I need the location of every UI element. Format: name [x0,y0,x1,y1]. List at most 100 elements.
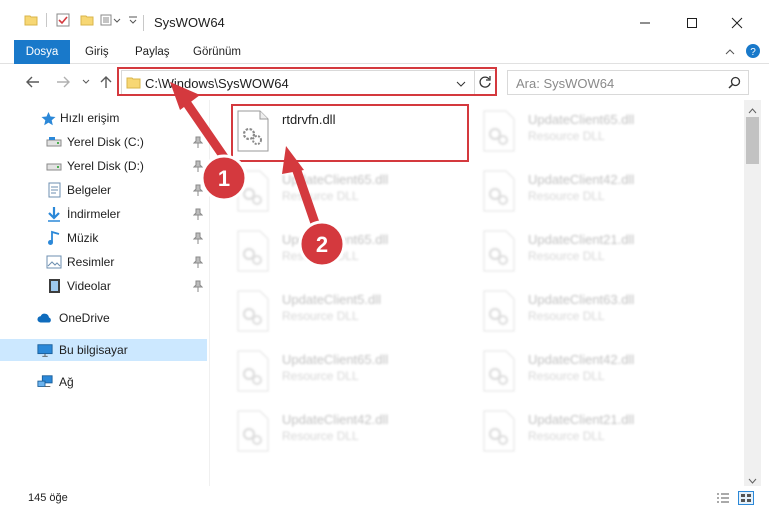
sidebar-item-music[interactable]: Müzik [0,227,207,249]
file-type: Resource DLL [528,309,605,323]
file-name: UpdateClient21.dll [528,412,635,427]
close-button[interactable] [722,10,752,36]
file-item[interactable]: UpdateClient42.dll Resource DLL [482,166,722,222]
title-separator [143,15,144,31]
search-icon[interactable] [728,76,741,92]
drive-icon [46,158,62,174]
file-item[interactable]: UpdateClient63.dll Resource DLL [482,286,722,342]
file-type: Resource DLL [282,189,359,203]
dll-file-icon [237,290,269,332]
dll-file-icon [483,230,515,272]
sidebar-item-videos[interactable]: Videolar [0,275,207,297]
customize-toolbar-icon[interactable] [128,13,138,27]
folder-icon [24,13,38,27]
dll-file-icon [483,290,515,332]
svg-text:?: ? [750,47,756,58]
file-name: UpdateClient65.dll [282,352,389,367]
dll-file-icon [237,350,269,392]
sidebar-item-label: Yerel Disk (D:) [67,159,144,173]
sidebar-item-local-disk-c[interactable]: Yerel Disk (C:) [0,131,207,153]
file-type: Resource DLL [528,129,605,143]
highlight-address-bar [117,67,497,96]
sidebar-item-local-disk-d[interactable]: Yerel Disk (D:) [0,155,207,177]
dll-file-icon [237,230,269,272]
sidebar-item-downloads[interactable]: İndirmeler [0,203,207,225]
sidebar-item-this-pc[interactable]: Bu bilgisayar [0,339,207,361]
dll-file-icon [237,410,269,452]
file-item[interactable]: UpdateClient21.dll Resource DLL [482,226,722,282]
recent-locations-icon[interactable] [80,72,92,92]
forward-button[interactable] [54,72,72,92]
properties-icon[interactable] [56,13,70,27]
file-name: UpdateClient5.dll [282,292,382,307]
file-type: Resource DLL [282,429,359,443]
file-item[interactable]: UpdateClient65.dll Resource DLL [236,226,476,282]
file-type: Resource DLL [282,369,359,383]
sidebar-item-label: Belgeler [67,183,112,197]
file-name: UpdateClient65.dll [528,112,635,127]
window-title: SysWOW64 [154,15,225,30]
pin-icon [192,184,204,196]
pin-icon [192,208,204,220]
scroll-thumb[interactable] [746,117,759,164]
pictures-icon [46,254,62,270]
expand-ribbon-icon[interactable] [724,46,736,61]
file-item[interactable]: UpdateClient65.dll Resource DLL [236,346,476,402]
download-icon [46,206,62,222]
file-item[interactable]: UpdateClient21.dll Resource DLL [482,406,722,462]
file-name: UpdateClient42.dll [282,412,389,427]
search-input[interactable]: Ara: SysWOW64 [507,70,749,95]
file-type: Resource DLL [528,369,605,383]
dll-file-icon [237,170,269,212]
maximize-button[interactable] [677,10,707,36]
sidebar-item-network[interactable]: Ağ [0,371,207,393]
view-icon[interactable] [100,13,122,27]
dll-file-icon [483,170,515,212]
dll-file-icon [483,350,515,392]
drive-icon [46,134,62,150]
sidebar-item-label: Ağ [59,375,74,389]
pin-icon [192,280,204,292]
navigation-pane: Hızlı erişim Yerel Disk (C:) Yerel Disk … [0,100,210,486]
sidebar-item-label: Bu bilgisayar [59,343,128,357]
file-item[interactable]: UpdateClient65.dll Resource DLL [482,106,722,162]
help-icon[interactable]: ? [745,43,761,62]
pin-icon [192,160,204,172]
pin-icon [192,136,204,148]
highlight-file [231,104,469,162]
sidebar-item-onedrive[interactable]: OneDrive [0,307,207,329]
minimize-button[interactable] [630,10,660,36]
tab-share[interactable]: Paylaş [135,40,170,64]
sidebar-item-label: Hızlı erişim [60,111,120,125]
vertical-scrollbar[interactable] [744,100,761,486]
sidebar-item-label: Resimler [67,255,115,269]
sidebar-item-quick-access[interactable]: Hızlı erişim [0,107,207,129]
ribbon: Dosya Giriş Paylaş Görünüm ? [0,40,769,96]
sidebar-item-pictures[interactable]: Resimler [0,251,207,273]
large-icons-view-icon[interactable] [738,491,754,505]
dll-file-icon [483,110,515,152]
qa-separator [46,13,47,27]
network-icon [37,374,53,390]
tab-view[interactable]: Görünüm [193,40,241,64]
new-folder-icon[interactable] [80,13,94,27]
file-item[interactable]: UpdateClient42.dll Resource DLL [236,406,476,462]
back-button[interactable] [24,72,42,92]
sidebar-item-label: Yerel Disk (C:) [67,135,144,149]
sidebar-item-documents[interactable]: Belgeler [0,179,207,201]
sidebar-item-label: İndirmeler [67,207,121,221]
cloud-icon [37,310,53,326]
file-name: UpdateClient42.dll [528,172,635,187]
file-item[interactable]: UpdateClient65.dll Resource DLL [236,166,476,222]
tab-home[interactable]: Giriş [85,40,109,64]
sidebar-item-label: Müzik [67,231,99,245]
up-button[interactable] [98,72,114,92]
pin-icon [192,232,204,244]
file-item[interactable]: UpdateClient5.dll Resource DLL [236,286,476,342]
scroll-up-icon[interactable] [748,104,757,118]
file-type: Resource DLL [282,309,359,323]
details-view-icon[interactable] [716,492,730,507]
video-icon [46,278,62,294]
file-name: UpdateClient65.dll [282,172,389,187]
file-item[interactable]: UpdateClient42.dll Resource DLL [482,346,722,402]
